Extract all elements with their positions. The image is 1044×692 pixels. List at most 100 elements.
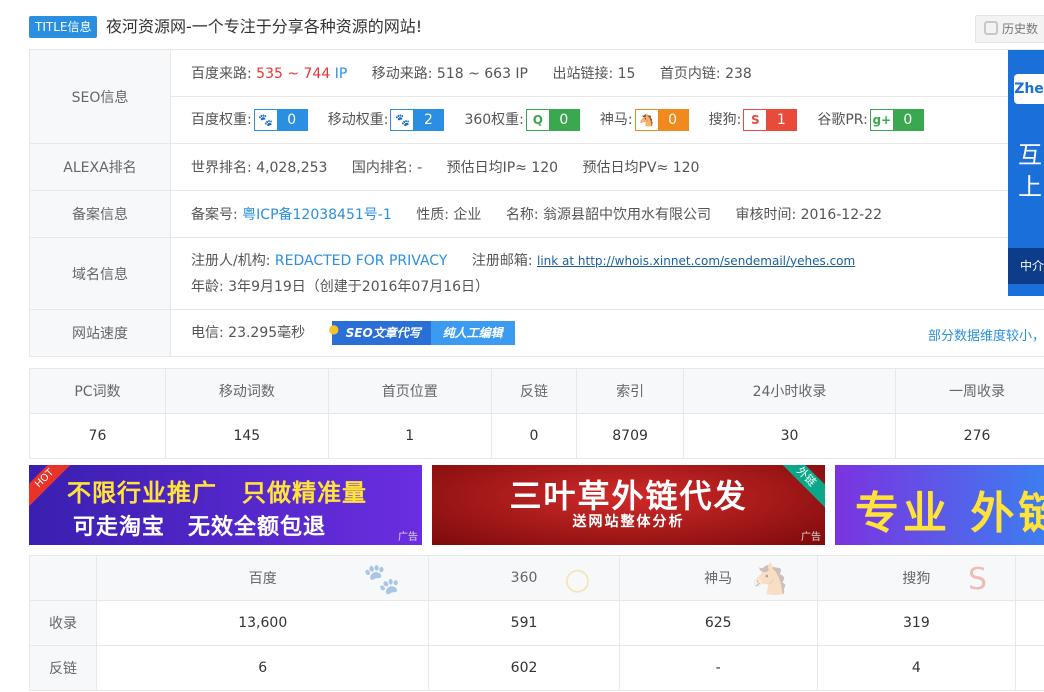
stats-header: 反链 [490,368,578,414]
side-advertisement[interactable]: Zhe 互 上 中介 [1008,50,1044,296]
engine-row-label: 收录 [29,600,97,646]
weight-sogou: 搜狗: S 1 [709,109,798,131]
shenma-icon: 🐴 [635,110,658,130]
ad-banner-2-line-2: 送网站整体分析 [572,514,685,530]
domain-label: 域名信息 [29,237,171,310]
mobile-source: 移动来路: 518 ~ 663 IP [371,66,529,82]
seo-writing-promo[interactable]: ● SEO文章代写 纯人工编辑 [329,321,515,345]
shenma-watermark-icon: 🐴 [751,562,789,597]
engine-row-label: 反链 [29,645,97,691]
data-note: 部分数据维度较小，无 [927,329,1044,344]
alexa-label: ALEXA排名 [29,143,171,191]
registrant-link[interactable]: REDACTED FOR PRIVACY [275,253,447,269]
side-ad-text-1: 互 [1018,141,1042,169]
world-rank: 4,028,253 [256,160,328,176]
engine-header-360: 360 ○ [428,555,620,601]
engine-extra-cell [1015,555,1044,601]
stats-value: 76 [29,413,166,459]
icp-company: 翁源县韶中饮用水有限公司 [543,207,711,223]
engine-value: 13,600 [95,600,430,646]
engine-value: 591 [428,600,620,646]
stats-value: 30 [682,413,897,459]
icp-type: 企业 [453,207,482,223]
weight-baidu: 百度权重: 🐾 0 [191,109,308,131]
hot-ribbon: HOT [29,465,72,506]
weight-badge-sogou[interactable]: S1 [743,109,798,131]
seo-weights-row: 百度权重: 🐾 0 移动权重: 🐾 2 360权重: Q 0 神马: 🐴 0 搜狗: S 1 谷歌PR: g+ 0 [170,96,1044,144]
outlinks: 出站链接: 15 [552,66,636,82]
ad-banner-promotion[interactable]: HOT 不限行业推广 只做精准量 可走淘宝 无效全额包退 广告 [29,465,422,545]
weight-badge-google[interactable]: g+ 0 [869,109,924,131]
domain-row: 注册人/机构: REDACTED FOR PRIVACY 注册邮箱: link … [170,237,1044,310]
icp-label: 备案信息 [29,190,171,238]
ad-banner-3-line-1: 专业 外链 [855,488,1044,539]
baidu-source: 百度来路: 535 ~ 744 IP [191,66,348,82]
stats-header: 移动词数 [164,368,329,414]
weight-shenma: 神马: 🐴 0 [600,109,689,131]
sogou-icon: S [744,110,767,130]
seo-traffic-row: 百度来路: 535 ~ 744 IP 移动来路: 518 ~ 663 IP 出站… [170,49,1044,97]
baidu-watermark-icon: 🐾 [363,562,401,597]
stats-header: 24小时收录 [682,368,897,414]
zhe-logo-icon: Zhe [1014,74,1044,104]
360-icon: Q [526,110,549,130]
360-watermark-icon: ○ [564,562,591,597]
engine-value: - [618,645,818,691]
stats-header: PC词数 [29,368,166,414]
engine-value: 602 [428,645,620,691]
speed-label: 网站速度 [29,309,171,357]
domain-age: 3年9月19日（创建于2016年07月16日） [228,278,490,295]
site-info-table: SEO信息 百度来路: 535 ~ 744 IP 移动来路: 518 ~ 663… [29,49,1044,357]
ad-label: 广告 [801,532,821,543]
ad-banner-1-line-2: 可走淘宝 无效全额包退 [73,515,327,540]
engine-value: 4 [816,645,1017,691]
stats-value: 145 [164,413,329,459]
speed-row: 电信: 23.295毫秒 ●SEO文章代写纯人工编辑 部分数据维度较小，无 [170,309,1044,357]
stats-header: 索引 [576,368,684,414]
weight-badge-shenma[interactable]: 🐴 0 [634,109,689,131]
stats-value: 0 [490,413,578,459]
stats-value: 1 [327,413,492,459]
alexa-row: 世界排名: 4,028,253 国内排名: - 预估日均IP≈ 120 预估日均… [170,143,1044,191]
engine-corner-cell [29,555,97,601]
ad-banner-1-line-1: 不限行业推广 只做精准量 [67,479,367,507]
engine-header-shenma: 神马 🐴 [618,555,818,601]
engine-value: 6 [95,645,430,691]
stats-table: PC词数 移动词数 首页位置 反链 索引 24小时收录 一周收录 76 145 1 0 8709 30… [29,368,1044,459]
ad-label: 广告 [398,532,418,543]
weight-mobile: 移动权重: 🐾 2 [328,109,445,131]
weight-badge-mobile[interactable]: 🐾 2 [390,109,445,131]
history-button[interactable]: 历史数 [975,15,1044,43]
weight-badge-360[interactable]: Q0 [525,109,580,131]
inlinks: 首页内链: 238 [659,66,752,82]
weight-google: 谷歌PR: g+ 0 [817,109,924,131]
baidu-icon: 🐾 [254,110,277,130]
engine-header-baidu: 百度 🐾 [95,555,430,601]
ad-banner-clover[interactable]: 外链 三叶草外链代发 送网站整体分析 广告 [432,465,825,545]
icp-row: 备案号: 粤ICP备12038451号-1 性质: 企业 名称: 翁源县韶中饮用… [170,190,1044,238]
page-title: 夜河资源网-一个专注于分享各种资源的网站! [106,17,423,36]
stats-value: 8709 [576,413,684,459]
daily-pv: 120 [672,160,700,176]
history-icon [984,21,998,35]
mobile-icon: 🐾 [391,110,414,130]
weight-360: 360权重: Q 0 [464,109,580,131]
side-ad-footer: 中介 [1008,248,1044,284]
seo-label: SEO信息 [29,49,171,144]
telecom-speed: 23.295毫秒 [228,325,306,341]
google-icon: g+ [870,110,893,130]
engine-extra-cell [1015,645,1044,691]
daily-ip: 120 [531,160,559,176]
engine-extra-cell [1015,600,1044,646]
stats-header: 一周收录 [895,368,1044,414]
engine-header-sogou: 搜狗 S [816,555,1017,601]
ad-banner-backlinks[interactable]: 专业 外链 [835,465,1044,545]
star-icon: ● [328,322,340,336]
title-info-tag: TITLE信息 [29,16,98,38]
icp-number-link[interactable]: 粤ICP备12038451号-1 [242,207,392,223]
registrant-email-link[interactable]: link at http://whois.xinnet.com/sendemai… [537,254,855,268]
engine-value: 319 [816,600,1017,646]
sogou-watermark-icon: S [967,562,987,597]
icp-date: 2016-12-22 [800,207,882,223]
weight-badge-baidu[interactable]: 🐾 0 [253,109,308,131]
